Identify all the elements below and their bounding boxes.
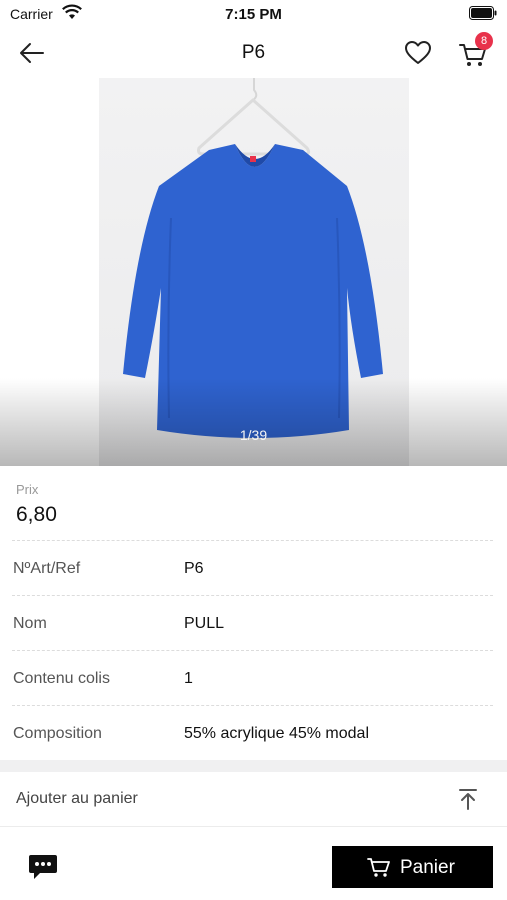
detail-row-ref: NºArt/Ref P6: [0, 540, 507, 595]
detail-value: 1: [184, 670, 193, 687]
price-value: 6,80: [16, 503, 57, 526]
detail-row-composition: Composition 55% acrylique 45% modal: [0, 705, 507, 760]
panier-button[interactable]: Panier: [332, 846, 493, 888]
status-bar: Carrier 7:15 PM: [0, 0, 507, 28]
detail-value: P6: [184, 560, 204, 577]
row-divider: [12, 540, 493, 541]
image-counter: 1/39: [239, 427, 268, 443]
detail-value: PULL: [184, 615, 225, 632]
row-divider: [12, 595, 493, 596]
product-image-carousel[interactable]: 1/39: [0, 78, 507, 466]
detail-value: 55% acrylique 45% modal: [184, 725, 369, 742]
nav-bar: P6 8: [0, 28, 507, 78]
detail-label: Composition: [13, 725, 102, 742]
add-to-cart-label: Ajouter au panier: [16, 790, 138, 807]
cart-icon: [367, 858, 390, 877]
battery-icon: [469, 6, 497, 20]
cart-count-badge: 8: [475, 32, 493, 50]
footer-divider: [0, 826, 507, 827]
scroll-top-icon[interactable]: [458, 788, 478, 810]
detail-row-pack: Contenu colis 1: [0, 650, 507, 705]
detail-label: Contenu colis: [13, 670, 110, 687]
row-divider: [12, 650, 493, 651]
panier-label: Panier: [400, 857, 455, 878]
detail-label: Nom: [13, 615, 47, 632]
heart-icon[interactable]: [404, 39, 432, 67]
image-gradient-overlay: [0, 378, 507, 466]
row-divider: [12, 705, 493, 706]
price-label: Prix: [16, 482, 39, 497]
status-time: 7:15 PM: [225, 6, 282, 23]
detail-row-name: Nom PULL: [0, 595, 507, 650]
section-divider: [0, 760, 507, 772]
add-to-cart-row[interactable]: Ajouter au panier: [0, 772, 507, 826]
chat-icon[interactable]: [28, 853, 58, 881]
detail-label: NºArt/Ref: [13, 560, 81, 577]
